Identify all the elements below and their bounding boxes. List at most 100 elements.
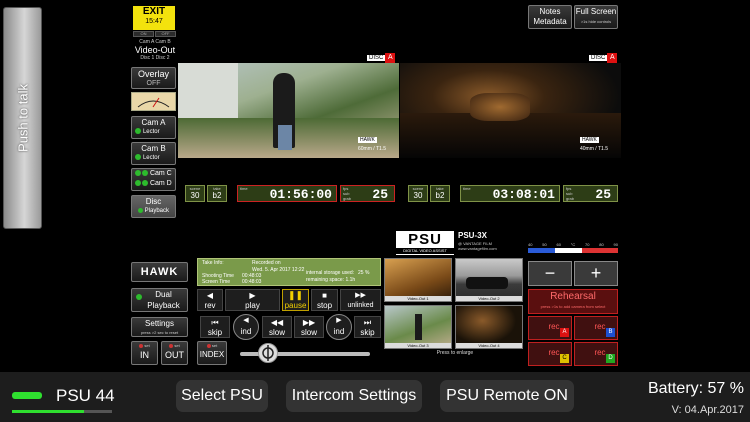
push-to-talk-button[interactable]: Push to talk (3, 7, 42, 229)
pause-icon: ❚❚ (287, 290, 304, 300)
green-dot-icon (136, 294, 142, 300)
in-label: IN (140, 350, 149, 360)
cam-cd-button[interactable]: Cam C Cam D (131, 168, 176, 191)
set-label: set (144, 343, 150, 348)
windshield-light (470, 93, 530, 121)
stop-label: stop (316, 301, 333, 310)
green-dot-icon (135, 170, 141, 177)
full-screen-label: Full Screen (575, 7, 617, 16)
hawk-button[interactable]: HAWK (131, 262, 188, 282)
dual-playback-button[interactable]: Dual Playback (131, 288, 188, 312)
scene-box-left[interactable]: scene 30 (185, 185, 205, 202)
psu-model-info: PSU-3X @ VANTAGE FILM www.vantagefilm.co… (458, 231, 518, 255)
video-preview-left[interactable]: HAWK 60mm / T1.5 (178, 63, 399, 158)
temp-tick: 60 (556, 242, 561, 247)
psu-remote-button[interactable]: PSU Remote ON (440, 380, 574, 412)
cam-b-sub: Lector (142, 155, 160, 161)
video-out-1-thumb[interactable]: Video-Out 1 (384, 258, 452, 302)
video-out-discs: Disc 1 Disc 2 (140, 55, 170, 61)
rec-a-button[interactable]: rec A (528, 316, 572, 340)
skip-back-button[interactable]: ⏮ skip (200, 316, 230, 338)
slow-forward-button[interactable]: ▶▶ slow (294, 316, 324, 338)
take-info-panel: Take Info: Recorded on Wed. 5. Apr 2017 … (197, 258, 381, 286)
index-forward-button[interactable]: ▶ ind (326, 314, 352, 340)
psu-signal-fill (12, 410, 84, 413)
exit-button[interactable]: EXIT 15:47 (133, 6, 175, 30)
temp-tick: 40 (528, 242, 533, 247)
full-screen-button[interactable]: Full Screen >1s hide controls (574, 5, 618, 29)
rev-button[interactable]: ◀ rev (197, 289, 223, 311)
cam-b-label: Cam B (141, 144, 166, 153)
psu-remote-app: Push to talk EXIT 15:47 ON OFF Cam A Cam… (0, 0, 750, 422)
rehearsal-label: Rehearsal (550, 291, 596, 302)
set-in-button[interactable]: set IN (131, 341, 158, 365)
rehearsal-button[interactable]: Rehearsal press >1s to add camera from s… (528, 289, 618, 314)
take-box-left[interactable]: take b2 (207, 185, 227, 202)
disc-playback-button[interactable]: Disc Playback (131, 195, 176, 218)
temp-tick: 70 (585, 242, 590, 247)
rec-b-button[interactable]: rec B (574, 316, 618, 340)
timecode-box-left[interactable]: time 01:56:00 (237, 185, 337, 202)
intercom-settings-button[interactable]: Intercom Settings (286, 380, 422, 412)
green-dot-icon (135, 128, 141, 135)
lens-info-left: 60mm / T1.5 (358, 146, 386, 152)
fps-value: 25 (595, 187, 611, 202)
video-out-2-thumb[interactable]: Video-Out 2 (455, 258, 523, 302)
overlay-button[interactable]: Overlay OFF (131, 67, 176, 89)
slow-back-button[interactable]: ◀◀ slow (262, 316, 292, 338)
rec-letter: D (606, 354, 615, 363)
notes-metadata-button[interactable]: Notes Metadata (528, 5, 572, 29)
rec-d-button[interactable]: rec D (574, 342, 618, 366)
screen-time-value: 00:48:03 (242, 279, 262, 285)
pause-button[interactable]: ❚❚ pause (282, 289, 309, 311)
green-dot-icon (142, 170, 148, 177)
stop-button[interactable]: ■ stop (311, 289, 338, 311)
rec-letter: C (560, 354, 569, 363)
index-back-button[interactable]: ◀ ind (233, 314, 259, 340)
video-preview-right[interactable]: HAWK 40mm / T1.5 (400, 63, 621, 158)
play-button[interactable]: ▶ play (225, 289, 280, 311)
temp-ticks: 40 50 60 °C 70 80 90 (528, 242, 618, 247)
red-dot-icon (206, 343, 211, 348)
video-out-label: Video-Out 2 (456, 296, 522, 301)
psu-name: PSU 44 (56, 386, 115, 405)
minus-button[interactable]: − (528, 261, 572, 286)
fps-box-right[interactable]: fps sub grab 25 (563, 185, 618, 202)
skip-forward-button[interactable]: ⏭ skip (354, 316, 381, 338)
screen-time-label: Screen Time (202, 279, 231, 285)
storage-label: internal storage used: (306, 270, 355, 276)
cam-d-label: Cam D (149, 180, 172, 187)
rec-c-button[interactable]: rec C (528, 342, 572, 366)
scrub-slider-handle[interactable] (258, 343, 278, 363)
video-out-4-thumb[interactable]: Video-Out 4 (455, 305, 523, 349)
on-toggle[interactable]: ON (133, 31, 154, 37)
video-out-title: Video-Out (134, 45, 176, 55)
off-toggle[interactable]: OFF (155, 31, 176, 37)
disc-a-badge-right: DISC A (589, 53, 618, 63)
house-shape (178, 63, 238, 118)
unlinked-button[interactable]: ▶▶ unlinked (340, 289, 381, 311)
fps-box-left[interactable]: fps sub grab 25 (340, 185, 395, 202)
green-dot-icon (137, 207, 143, 213)
set-out-button[interactable]: set OUT (161, 341, 188, 365)
take-box-right[interactable]: take b2 (430, 185, 450, 202)
plus-button[interactable]: + (574, 261, 618, 286)
disc-label: Disc (145, 197, 162, 206)
index-back-icon: ◀ (243, 317, 249, 324)
video-out-selector[interactable]: Cam A Cam B Video-Out Disc 1 Disc 2 (133, 39, 177, 63)
cam-a-button[interactable]: Cam A Lector (131, 116, 176, 139)
meter-icon[interactable] (131, 92, 176, 111)
select-psu-button[interactable]: Select PSU (176, 380, 268, 412)
cam-b-button[interactable]: Cam B Lector (131, 142, 176, 165)
psu-logo-sub: DIGITAL VIDEO ASSIST (396, 248, 454, 254)
scene-box-right[interactable]: scene 30 (408, 185, 428, 202)
settings-button[interactable]: Settings press >2 sec to reset (131, 317, 188, 337)
fps-sub2: grab (343, 196, 352, 201)
take-info-title: Take Info: (202, 260, 224, 266)
set-index-button[interactable]: set INDEX (197, 341, 227, 365)
video-out-3-thumb[interactable]: Video-Out 3 (384, 305, 452, 349)
time-label: time (240, 186, 248, 191)
skip-back-label: skip (207, 328, 223, 337)
timecode-box-right[interactable]: time 03:08:01 (460, 185, 560, 202)
metadata-label: Metadata (533, 17, 567, 26)
